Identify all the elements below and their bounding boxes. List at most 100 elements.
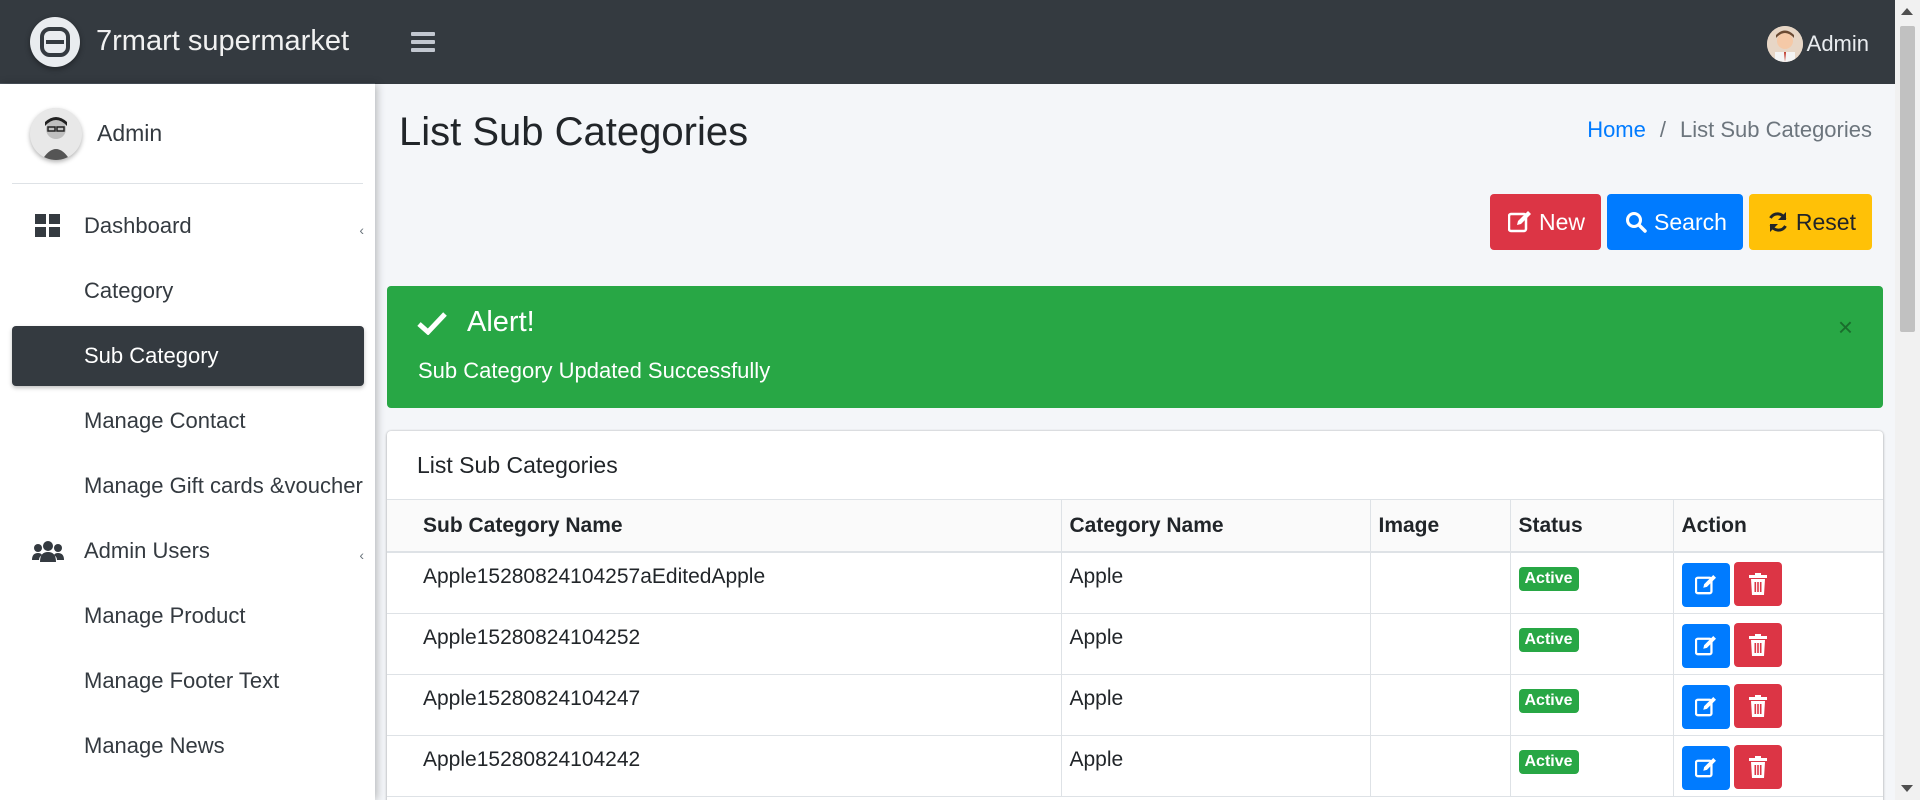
top-user-menu[interactable]: Admin — [1766, 26, 1869, 62]
cell-image — [1370, 674, 1511, 736]
column-header: Status — [1510, 500, 1674, 553]
breadcrumb: Home / List Sub Categories — [1587, 117, 1872, 143]
grid-icon — [12, 214, 72, 238]
edit-button[interactable] — [1681, 623, 1730, 668]
cell-status: Active — [1510, 674, 1674, 736]
edit-icon — [1694, 575, 1716, 595]
page-title: List Sub Categories — [399, 110, 749, 154]
cell-image — [1370, 552, 1511, 614]
cell-name: Apple15280824104242 — [387, 735, 1062, 797]
page-scrollbar[interactable] — [1895, 0, 1920, 800]
delete-button[interactable] — [1733, 562, 1782, 606]
cell-category: Apple — [1061, 613, 1371, 675]
column-header: Category Name — [1061, 500, 1371, 553]
cell-image — [1370, 613, 1511, 675]
table-row: Apple15280824104252 Apple Active — [387, 613, 1883, 675]
delete-button[interactable] — [1733, 683, 1782, 728]
sidebar-item-admin-users[interactable]: Admin Users ‹ — [12, 521, 364, 581]
cell-image — [1370, 735, 1511, 797]
sidebar-item-dashboard[interactable]: Dashboard ‹ — [12, 196, 364, 256]
edit-button[interactable] — [1681, 563, 1730, 607]
brand-name: 7rmart supermarket — [96, 25, 350, 57]
sidebar-user-panel[interactable]: Admin — [12, 84, 363, 184]
close-icon[interactable]: × — [1838, 312, 1853, 343]
sidebar-item-label: Admin Users — [84, 538, 210, 563]
sidebar-item-manage-gift-cards[interactable]: Manage Gift cards &voucher — [12, 456, 364, 516]
sidebar-item-manage-contact[interactable]: Manage Contact — [12, 391, 364, 451]
reset-button-label: Reset — [1795, 208, 1856, 235]
cell-category: Apple — [1061, 735, 1371, 797]
top-user-avatar — [1766, 26, 1803, 62]
cell-name: Apple15280824104247 — [387, 674, 1062, 736]
cell-status: Active — [1510, 613, 1674, 675]
sidebar-item-label: Manage Product — [84, 603, 246, 628]
users-icon — [12, 540, 72, 562]
scroll-up-arrow-icon[interactable] — [1901, 8, 1913, 15]
edit-button[interactable] — [1681, 684, 1730, 729]
breadcrumb-separator: / — [1659, 117, 1666, 142]
trash-icon — [1748, 755, 1767, 778]
subcategory-card: List Sub Categories Sub Category Name Ca… — [387, 431, 1883, 800]
column-header: Sub Category Name — [387, 500, 1062, 553]
status-badge[interactable]: Active — [1518, 749, 1579, 774]
alert-message: Sub Category Updated Successfully — [418, 358, 771, 383]
chevron-icon: ‹ — [359, 547, 364, 563]
cell-name: Apple15280824104252 — [387, 613, 1062, 675]
card-title: List Sub Categories — [387, 431, 1883, 500]
search-icon — [1626, 212, 1647, 233]
breadcrumb-current: List Sub Categories — [1680, 117, 1872, 142]
sidebar-item-manage-news[interactable]: Manage News — [12, 716, 364, 776]
status-badge[interactable]: Active — [1518, 627, 1579, 652]
hamburger-icon[interactable] — [411, 28, 435, 56]
cell-actions — [1673, 735, 1883, 797]
alert-title: Alert! — [467, 306, 535, 338]
column-header: Image — [1370, 500, 1511, 553]
delete-button[interactable] — [1733, 744, 1782, 789]
trash-icon — [1748, 573, 1767, 595]
cell-name: Apple15280824104257aEditedApple — [387, 552, 1062, 614]
table-row: Apple15280824104242 Apple Active — [387, 735, 1883, 797]
sidebar: Admin Dashboard ‹ Category Sub Category … — [0, 84, 375, 800]
cell-status: Active — [1510, 735, 1674, 797]
search-button[interactable]: Search — [1607, 194, 1743, 250]
breadcrumb-home-link[interactable]: Home — [1587, 117, 1646, 143]
sidebar-item-label: Manage Footer Text — [84, 668, 280, 693]
sidebar-item-label: Manage Gift cards &voucher — [84, 473, 363, 498]
action-buttons: New Search Reset — [1484, 194, 1872, 250]
edit-icon — [1694, 757, 1716, 777]
check-icon — [417, 311, 447, 335]
sidebar-user-name: Admin — [97, 120, 163, 146]
trash-icon — [1748, 633, 1767, 656]
sidebar-item-label: Category — [84, 278, 174, 303]
chevron-icon: ‹ — [359, 222, 364, 238]
scroll-down-arrow-icon[interactable] — [1901, 785, 1913, 792]
edit-button[interactable] — [1681, 745, 1730, 790]
top-user-name: Admin — [1806, 31, 1869, 56]
subcategory-table: Sub Category Name Category Name Image St… — [387, 500, 1883, 797]
sidebar-item-label: Dashboard — [84, 213, 192, 238]
edit-icon — [1694, 635, 1716, 655]
sidebar-item-category[interactable]: Category — [12, 261, 364, 321]
cell-actions — [1673, 674, 1883, 736]
cell-category: Apple — [1061, 674, 1371, 736]
sidebar-nav: Dashboard ‹ Category Sub Category Manage… — [0, 184, 375, 776]
refresh-icon — [1769, 212, 1787, 232]
top-navbar: Admin — [375, 0, 1895, 84]
sidebar-item-manage-footer-text[interactable]: Manage Footer Text — [12, 651, 364, 711]
new-button[interactable]: New — [1490, 194, 1602, 250]
status-badge[interactable]: Active — [1518, 688, 1579, 713]
reset-button[interactable]: Reset — [1748, 194, 1872, 250]
brand-link[interactable]: 7rmart supermarket — [0, 0, 375, 84]
delete-button[interactable] — [1733, 622, 1782, 667]
table-row: Apple15280824104247 Apple Active — [387, 674, 1883, 736]
alert-heading: Alert! — [417, 306, 535, 339]
scrollbar-thumb[interactable] — [1900, 26, 1915, 332]
success-alert: Alert! Sub Category Updated Successfully… — [387, 286, 1883, 408]
sidebar-item-manage-product[interactable]: Manage Product — [12, 586, 364, 646]
table-header-row: Sub Category Name Category Name Image St… — [387, 500, 1883, 553]
sidebar-item-sub-category[interactable]: Sub Category — [12, 326, 364, 386]
status-badge[interactable]: Active — [1518, 567, 1579, 591]
sidebar-item-label: Sub Category — [84, 343, 219, 368]
edit-icon — [1508, 211, 1532, 233]
cell-category: Apple — [1061, 552, 1371, 614]
